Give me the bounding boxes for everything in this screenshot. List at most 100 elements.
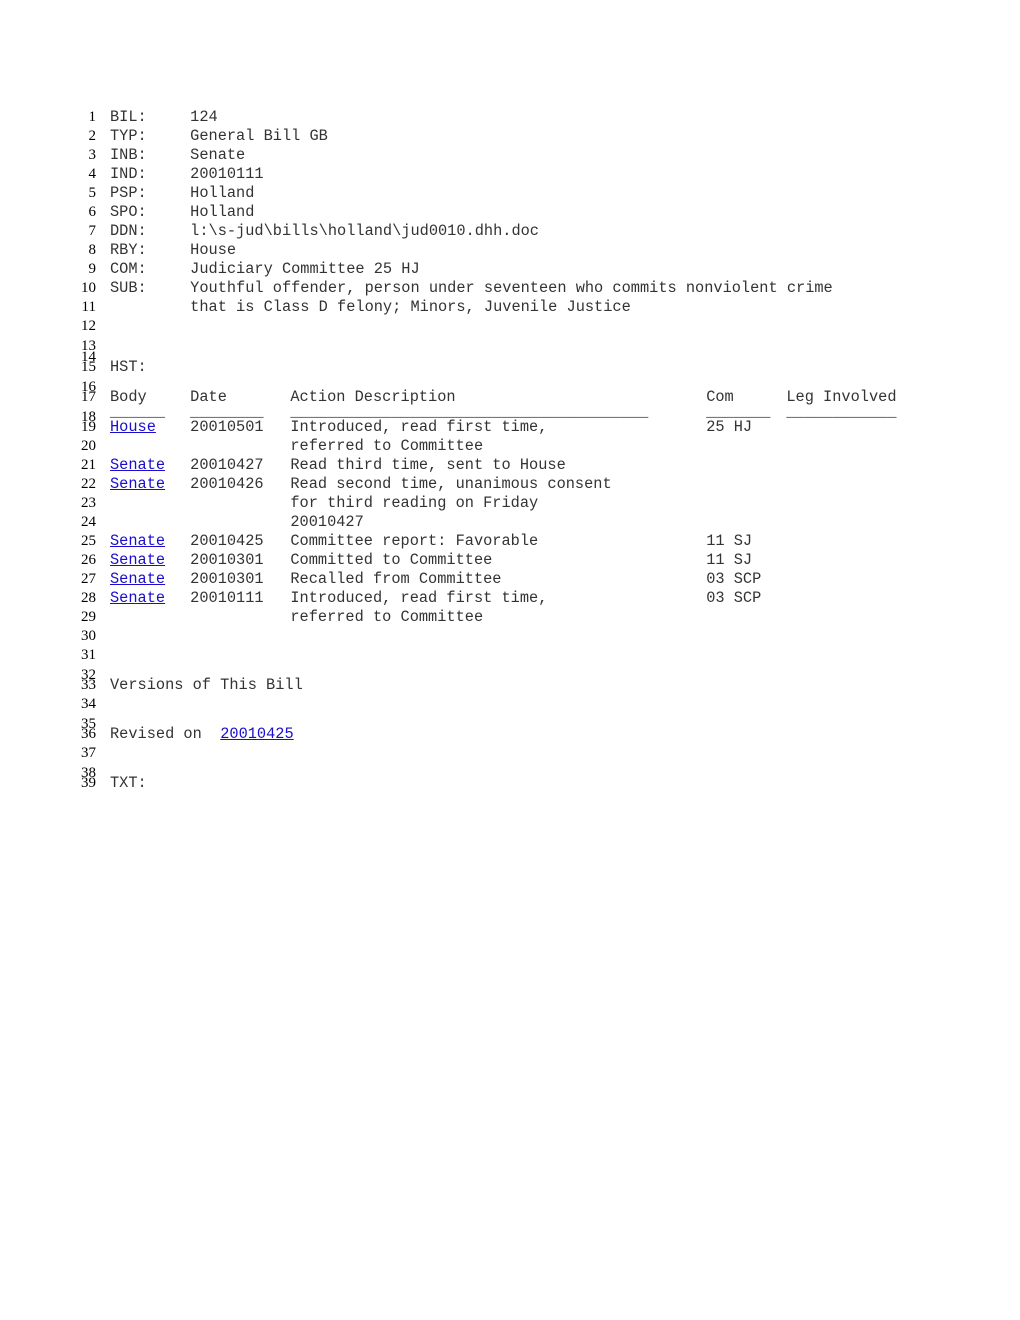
line-number: 12 [81, 318, 96, 334]
history-com: 11 SJ [706, 532, 753, 550]
document-line: 35 [0, 714, 1020, 732]
history-com: 25 HJ [706, 418, 753, 436]
document-line: 19 House 20010501 25 HJ Introduced, read fir… [0, 418, 1020, 437]
line-number: 28 [81, 590, 96, 606]
field-label: RBY: [110, 241, 147, 259]
history-action: Committed to Committee [290, 551, 493, 569]
history-action: 20010427 [290, 513, 364, 531]
line-number: 15 [81, 359, 96, 375]
history-action: Recalled from Committee [290, 570, 502, 588]
field-label: DDN: [110, 222, 147, 240]
rule-date: ________ [190, 403, 264, 421]
document-line: 32 [0, 665, 1020, 683]
history-action: referred to Committee [290, 608, 484, 626]
document-line: 7 DDN: l:\s-jud\bills\holland\jud0010.dhh.… [0, 222, 1020, 241]
document-line: 21 Senate 20010427 Read third time, sent to… [0, 456, 1020, 475]
field-value: Youthful offender, person under seventee… [190, 279, 833, 297]
document-line: 18 ______ ________ ________________________… [0, 403, 1020, 424]
field-value: 20010111 [190, 165, 264, 183]
field-label: TYP: [110, 127, 147, 145]
line-number: 27 [81, 571, 96, 587]
line-number: 11 [81, 299, 96, 315]
document-line: 13 [0, 336, 1020, 354]
line-number: 17 [81, 389, 96, 405]
field-label: IND: [110, 165, 147, 183]
document-line: 20 referred to Committee [0, 437, 1020, 456]
line-number: 23 [81, 495, 96, 511]
line-number: 31 [81, 647, 96, 663]
history-com: 11 SJ [706, 551, 753, 569]
document-line: 6 SPO: Holland [0, 203, 1020, 222]
field-value: Senate [190, 146, 246, 164]
history-action: Read second time, unanimous consent [290, 475, 612, 493]
history-date: 20010301 [190, 570, 264, 588]
document-line: 5 PSP: Holland [0, 184, 1020, 203]
history-date: 20010425 [190, 532, 264, 550]
history-action: for third reading on Friday [290, 494, 539, 512]
body-link[interactable]: Senate [110, 570, 165, 589]
line-number: 4 [88, 166, 97, 182]
field-label: BIL: [110, 108, 147, 126]
document-line: 29 referred to Committee [0, 608, 1020, 627]
line-number: 21 [81, 457, 96, 473]
body-link[interactable]: Senate [110, 551, 165, 570]
document-line: 2 TYP: General Bill GB [0, 127, 1020, 146]
line-number: 24 [81, 514, 96, 530]
line-number: 3 [88, 147, 97, 163]
field-value: General Bill GB [190, 127, 328, 145]
line-number: 39 [81, 775, 96, 791]
version-link[interactable]: 20010425 [220, 725, 293, 744]
field-label: COM: [110, 260, 147, 278]
line-number: 2 [88, 128, 97, 144]
rule-leg: ____________ [786, 403, 897, 421]
field-value: Holland [190, 184, 255, 202]
document-line: 8 RBY: House [0, 241, 1020, 260]
document-line: 3 INB: Senate [0, 146, 1020, 165]
document-line: 39 TXT: [0, 774, 1020, 793]
field-label: INB: [110, 146, 147, 164]
revised-label: Revised on [110, 725, 211, 743]
body-link[interactable]: House [110, 418, 156, 437]
history-action: Read third time, sent to House [290, 456, 566, 474]
history-action: Introduced, read first time, [290, 418, 548, 436]
line-number: 6 [88, 204, 97, 220]
versions-heading: Versions of This Bill [110, 676, 303, 694]
document-line: 14 [0, 347, 1020, 365]
line-number: 29 [81, 609, 96, 625]
document-line: 26 Senate 20010301 11 SJ Committed to Commit… [0, 551, 1020, 570]
line-number: 30 [81, 628, 96, 644]
body-link[interactable]: Senate [110, 475, 165, 494]
line-number: 22 [81, 476, 96, 492]
history-date: 20010426 [190, 475, 264, 493]
document-line: 11 that is Class D felony; Minors, Juveni… [0, 298, 1020, 317]
document-line: 36 Revised on 20010425 [0, 725, 1020, 744]
line-number: 26 [81, 552, 96, 568]
document-line: 34 [0, 695, 1020, 714]
field-value: House [190, 241, 237, 259]
document-line: 37 [0, 744, 1020, 763]
history-date: 20010111 [190, 589, 264, 607]
history-date: 20010501 [190, 418, 264, 436]
history-date: 20010301 [190, 551, 264, 569]
history-date: 20010427 [190, 456, 264, 474]
rule-action: _______________________________________ [290, 403, 649, 421]
field-value: Judiciary Committee 25 HJ [190, 260, 420, 278]
body-link[interactable]: Senate [110, 456, 165, 475]
line-number: 5 [88, 185, 97, 201]
history-com: 03 SCP [706, 570, 762, 588]
field-value: that is Class D felony; Minors, Juvenile… [190, 298, 631, 316]
body-link[interactable]: Senate [110, 589, 165, 608]
document-line: 27 Senate 20010301 03 SCP Recalled from Comm… [0, 570, 1020, 589]
rule-body: ______ [110, 403, 166, 421]
document-line: 1 BIL: 124 [0, 108, 1020, 127]
body-link[interactable]: Senate [110, 532, 165, 551]
field-label: SPO: [110, 203, 147, 221]
history-com: 03 SCP [706, 589, 762, 607]
document-line: 16 [0, 377, 1020, 395]
line-number: 25 [81, 533, 96, 549]
line-number: 19 [81, 419, 96, 435]
document-line: 24 20010427 [0, 513, 1020, 532]
field-label: SUB: [110, 279, 147, 297]
document-line: 9 COM: Judiciary Committee 25 HJ [0, 260, 1020, 279]
document-line: 33 Versions of This Bill [0, 676, 1020, 695]
